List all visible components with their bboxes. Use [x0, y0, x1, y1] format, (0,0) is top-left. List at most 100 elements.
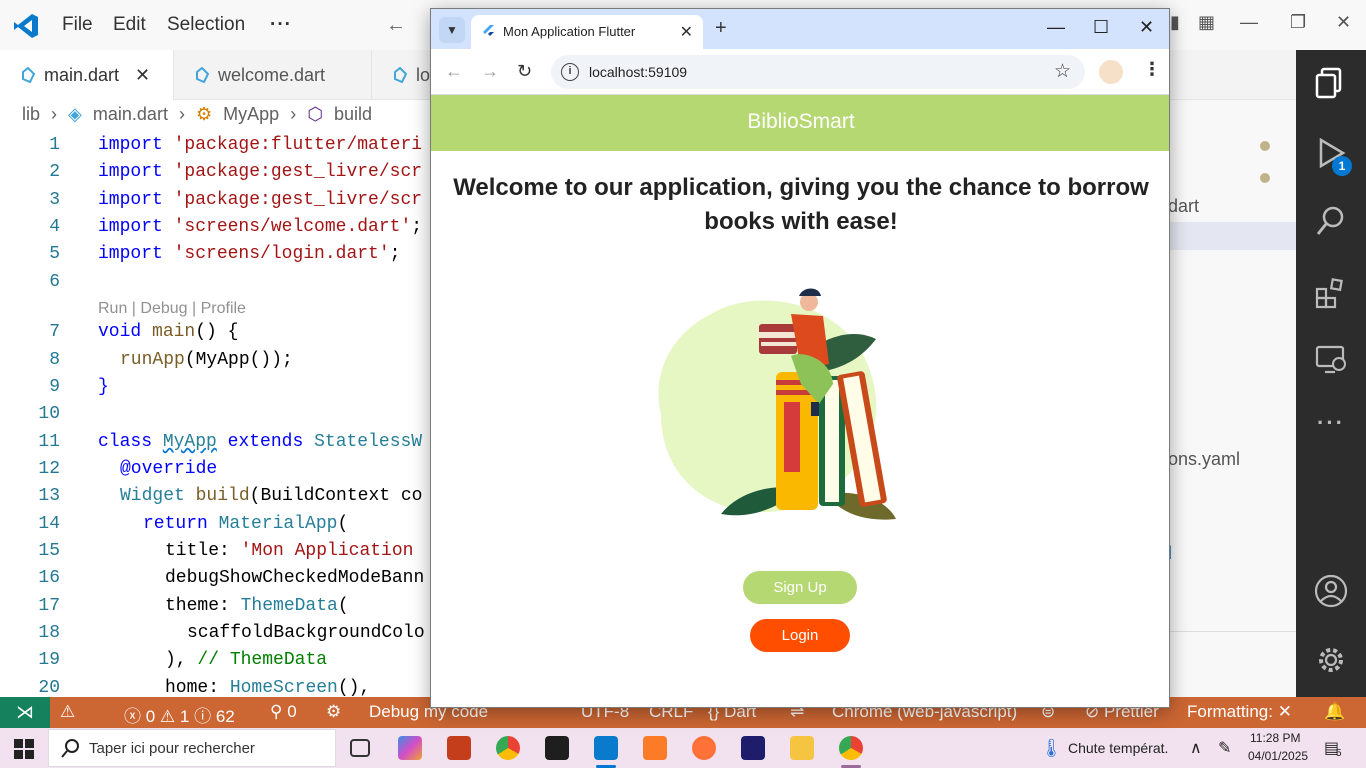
code-editor[interactable]: 1 2 3 4 5 6 7 8 9 10 11 12 13 14 15 16 1… [0, 132, 432, 697]
bookmark-star-icon[interactable]: ☆ [1054, 60, 1071, 83]
tab-main-dart[interactable]: main.dart ✕ [0, 50, 174, 100]
remote-indicator-icon[interactable]: ⋊ [0, 697, 50, 728]
code-line: import 'package:flutter/materi [98, 135, 423, 155]
chevron-right-icon: › [51, 104, 58, 124]
xampp-icon[interactable] [643, 736, 667, 760]
code-line: class MyApp extends StatelessW [98, 432, 423, 452]
profile-avatar[interactable] [1099, 60, 1123, 84]
pen-icon[interactable]: ✎ [1218, 738, 1231, 758]
explorer-file[interactable]: ons.yaml [1168, 449, 1240, 470]
line-number: 14 [38, 514, 60, 534]
layout-toggle-icon[interactable]: ▮ [1170, 12, 1180, 33]
chevron-up-icon[interactable]: ∧ [1190, 738, 1202, 758]
line-number: 11 [38, 432, 60, 452]
weather-text[interactable]: Chute températ. [1068, 740, 1168, 756]
activity-bar: ··· [1296, 50, 1366, 697]
line-number: 9 [49, 377, 60, 397]
menu-file[interactable]: File [62, 14, 93, 36]
code-line: @override [120, 459, 218, 479]
line-number: 6 [49, 272, 60, 292]
customize-layout-icon[interactable]: ▦ [1198, 12, 1215, 33]
code-line: return MaterialApp( [143, 514, 349, 534]
chrome-active-icon[interactable] [839, 736, 863, 760]
chrome-tab-title: Mon Application Flutter [503, 24, 636, 39]
modified-dot-icon [1260, 141, 1270, 151]
reload-icon[interactable]: ↻ [517, 61, 532, 82]
problems-indicator[interactable]: ⓧ 0 ⚠ 1 ⓘ 62 [124, 702, 235, 727]
tab-label: lo [416, 65, 431, 85]
explorer-file[interactable]: dart [1168, 196, 1199, 217]
site-info-icon[interactable]: i [561, 63, 579, 81]
copilot-icon[interactable] [398, 736, 422, 760]
forward-icon[interactable]: → [481, 61, 499, 82]
file-explorer-icon[interactable] [790, 736, 814, 760]
line-number: 17 [38, 596, 60, 616]
breadcrumb-file[interactable]: main.dart [93, 104, 168, 124]
powerpoint-icon[interactable] [447, 736, 471, 760]
chrome-tab[interactable]: Mon Application Flutter ✕ [471, 15, 703, 49]
maximize-icon[interactable]: ☐ [1093, 17, 1109, 38]
clock-date[interactable]: 04/01/2025 [1248, 749, 1308, 763]
signup-button[interactable]: Sign Up [743, 571, 857, 604]
back-icon[interactable]: ← [445, 61, 463, 82]
extensions-icon[interactable] [1313, 275, 1349, 311]
live-share-icon[interactable]: ⚠ [60, 702, 75, 722]
restore-icon[interactable]: ❐ [1290, 12, 1306, 33]
chevron-right-icon: › [290, 104, 297, 124]
breadcrumb-method[interactable]: build [334, 104, 372, 124]
formatting-status[interactable]: Formatting: ✕ [1187, 702, 1292, 722]
code-line: import 'package:gest_livre/scr [98, 190, 423, 210]
explorer-selection [1168, 222, 1296, 250]
dart-file-icon [22, 67, 36, 83]
close-window-icon[interactable]: ✕ [1336, 12, 1351, 33]
line-number: 1 [49, 135, 60, 155]
breadcrumb-class[interactable]: MyApp [223, 104, 279, 124]
settings-gear-icon[interactable] [1313, 642, 1349, 678]
method-icon: ⬡ [307, 104, 323, 124]
code-lens[interactable]: Run | Debug | Profile [98, 300, 246, 318]
address-bar[interactable]: i localhost:59109 ☆ [551, 55, 1085, 89]
taskbar-search[interactable]: Taper ici pour rechercher [48, 729, 336, 767]
minimize-icon[interactable]: — [1047, 17, 1065, 38]
code-line: import 'package:gest_livre/scr [98, 162, 423, 182]
tab-welcome-dart[interactable]: welcome.dart [174, 50, 372, 100]
menu-selection[interactable]: Selection [167, 14, 245, 36]
ports-indicator[interactable]: ⚲ 0 [270, 702, 297, 722]
minimize-icon[interactable]: — [1240, 12, 1258, 33]
intellij-icon[interactable] [741, 736, 765, 760]
line-number: 8 [49, 350, 60, 370]
chrome-menu-icon[interactable]: ⋮ [1143, 59, 1161, 80]
breadcrumb: lib › ◈ main.dart › ⚙ MyApp › ⬡ build [22, 104, 378, 130]
close-window-icon[interactable]: ✕ [1139, 17, 1154, 38]
notifications-bell-icon[interactable]: 🔔 [1324, 702, 1345, 722]
code-line: title: 'Mon Application [165, 541, 414, 561]
divider [1168, 631, 1296, 632]
chrome-icon[interactable] [496, 736, 520, 760]
remote-explorer-icon[interactable] [1313, 342, 1349, 378]
search-icon[interactable] [1313, 203, 1349, 239]
menu-edit[interactable]: Edit [113, 14, 146, 36]
back-arrow-icon[interactable]: ← [386, 14, 406, 37]
debug-icon[interactable]: ⚙ [326, 702, 341, 722]
code-line: home: HomeScreen(), [165, 678, 371, 697]
breadcrumb-lib[interactable]: lib [22, 104, 40, 124]
windows-start-icon[interactable] [14, 739, 34, 759]
accounts-icon[interactable] [1313, 573, 1349, 609]
line-number: 18 [38, 623, 60, 643]
new-tab-icon[interactable]: + [715, 17, 727, 40]
line-number: 2 [49, 162, 60, 182]
login-button[interactable]: Login [750, 619, 850, 652]
more-views-icon[interactable]: ··· [1313, 410, 1349, 446]
menu-more[interactable]: ··· [270, 14, 292, 36]
notes-app-icon[interactable] [545, 736, 569, 760]
clock-time[interactable]: 11:28 PM [1250, 731, 1300, 745]
task-view-icon[interactable] [350, 739, 370, 757]
explorer-icon[interactable] [1313, 65, 1349, 101]
url-text[interactable]: localhost:59109 [589, 64, 687, 80]
tab-search-chevron-icon[interactable]: ▼ [439, 17, 465, 43]
vscode-taskbar-icon[interactable] [594, 736, 618, 760]
close-tab-icon[interactable]: ✕ [680, 22, 693, 42]
chrome-toolbar: ← → ↻ i localhost:59109 ☆ ⋮ [431, 49, 1169, 95]
close-tab-icon[interactable]: ✕ [135, 65, 150, 85]
postman-icon[interactable] [692, 736, 716, 760]
